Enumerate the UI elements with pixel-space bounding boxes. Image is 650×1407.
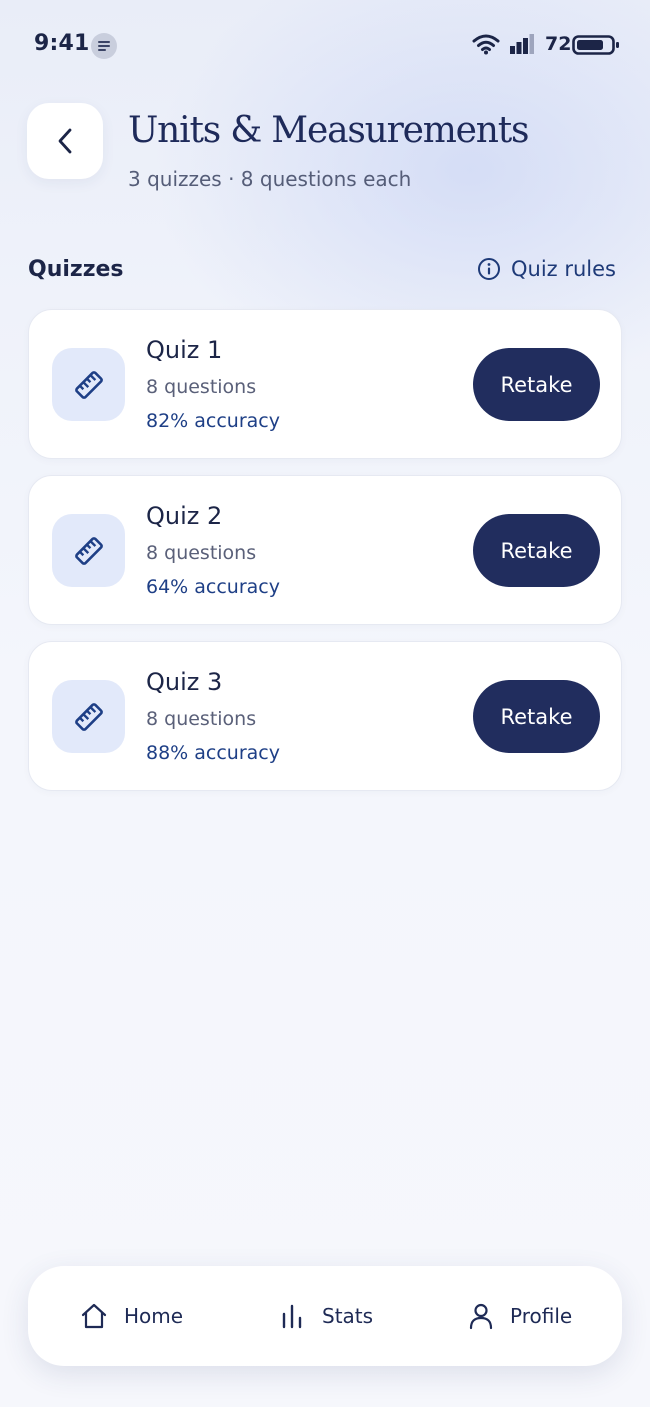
quiz-icon-container	[52, 514, 125, 587]
quiz-icon-container	[52, 348, 125, 421]
battery-level: 72	[545, 33, 572, 55]
quiz-icon-container	[52, 680, 125, 753]
status-bar: 9:41 72	[0, 0, 650, 90]
bottom-nav: Home Stats Profile	[28, 1266, 622, 1366]
retake-button[interactable]: Retake	[473, 514, 600, 587]
quiz-rules-label: Quiz rules	[510, 257, 616, 281]
quiz-card[interactable]: Quiz 1 8 questions 82% accuracy Retake	[28, 309, 622, 459]
retake-button[interactable]: Retake	[473, 348, 600, 421]
page-subtitle: 3 quizzes · 8 questions each	[128, 167, 412, 191]
section-title: Quizzes	[28, 257, 124, 282]
home-icon	[81, 1303, 107, 1329]
quiz-accuracy: 82% accuracy	[146, 410, 280, 432]
quiz-accuracy: 64% accuracy	[146, 576, 280, 598]
ruler-icon	[74, 370, 103, 399]
back-button[interactable]	[27, 103, 103, 179]
signal-icon	[510, 34, 534, 54]
info-icon	[477, 258, 500, 280]
bar-chart-icon	[282, 1304, 302, 1329]
nav-label-home: Home	[124, 1304, 184, 1328]
quiz-name: Quiz 2	[146, 502, 223, 530]
quiz-question-count: 8 questions	[146, 542, 257, 564]
quiz-name: Quiz 1	[146, 336, 223, 364]
battery-icon	[572, 35, 619, 55]
quiz-question-count: 8 questions	[146, 376, 257, 398]
page-title: Units & Measurements	[128, 110, 529, 151]
quiz-accuracy: 88% accuracy	[146, 742, 280, 764]
nav-label-stats: Stats	[322, 1304, 374, 1328]
nav-item-home[interactable]: Home	[80, 1266, 183, 1366]
ruler-icon	[74, 702, 103, 731]
quiz-question-count: 8 questions	[146, 708, 257, 730]
retake-button[interactable]: Retake	[473, 680, 600, 753]
person-icon	[469, 1303, 493, 1330]
nav-item-stats[interactable]: Stats	[280, 1266, 373, 1366]
quiz-name: Quiz 3	[146, 668, 223, 696]
quiz-card[interactable]: Quiz 2 8 questions 64% accuracy Retake	[28, 475, 622, 625]
status-time: 9:41	[34, 31, 90, 56]
wifi-icon	[472, 34, 500, 55]
quiz-list: Quiz 1 8 questions 82% accuracy Retake Q…	[28, 309, 622, 807]
quiz-card[interactable]: Quiz 3 8 questions 88% accuracy Retake	[28, 641, 622, 791]
ruler-icon	[74, 536, 103, 565]
nav-label-profile: Profile	[510, 1304, 573, 1328]
nav-item-profile[interactable]: Profile	[468, 1266, 572, 1366]
chevron-left-icon	[58, 128, 72, 154]
quiz-rules-link[interactable]: Quiz rules	[477, 257, 616, 281]
notification-icon	[91, 33, 117, 59]
